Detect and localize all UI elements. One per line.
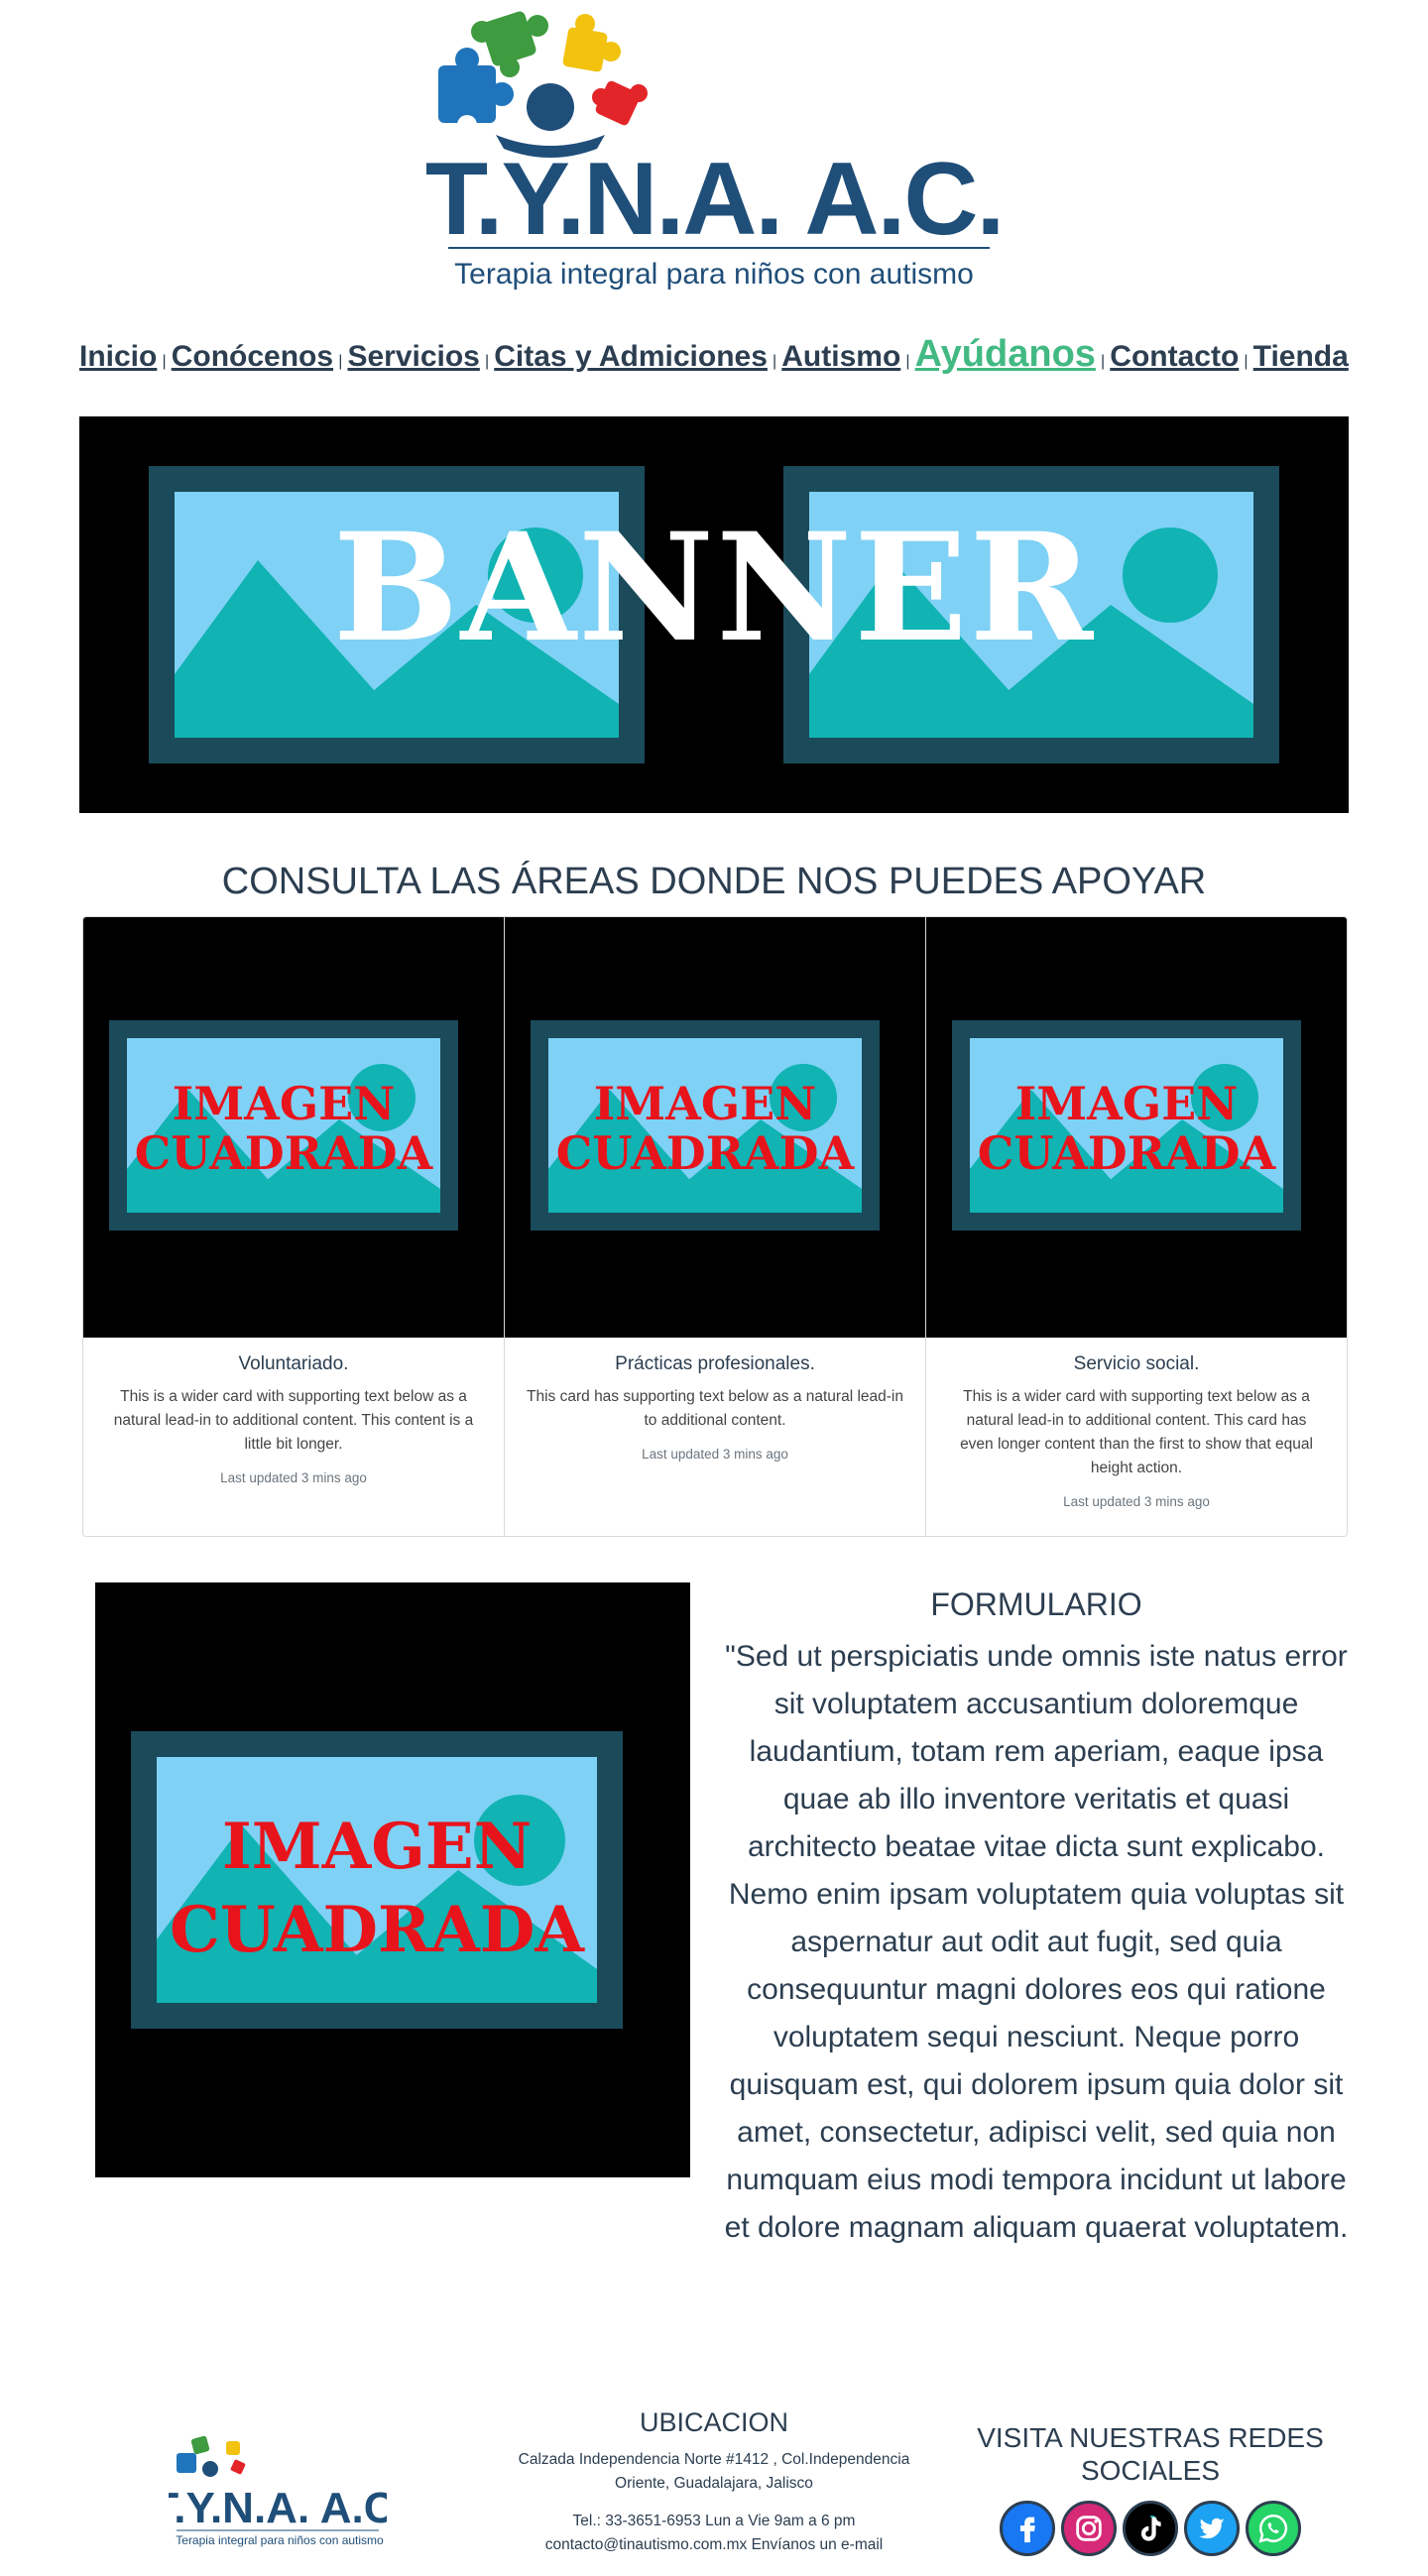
phone-line: Tel.: 33-3651-6953 Lun a Vie 9am a 6 pm bbox=[572, 2513, 856, 2529]
main-nav: Inicio | Conócenos | Servicios | Citas y… bbox=[79, 333, 1349, 383]
svg-text:T.Y.N.A. A.C.: T.Y.N.A. A.C. bbox=[426, 142, 1002, 257]
card-image: IMAGEN CUADRADA bbox=[83, 917, 504, 1338]
card-body: Servicio social. This is a wider card wi… bbox=[926, 1338, 1347, 1519]
nav-conocenos[interactable]: Conócenos bbox=[172, 340, 333, 374]
nav-ayudanos[interactable]: Ayúdanos bbox=[915, 333, 1096, 376]
whatsapp-icon[interactable] bbox=[1246, 2501, 1301, 2556]
svg-text:IMAGEN: IMAGEN bbox=[173, 1077, 396, 1130]
form-section: FORMULARIO "Sed ut perspiciatis unde omn… bbox=[724, 1586, 1349, 2252]
svg-text:Terapia integral para niños co: Terapia integral para niños con autismo bbox=[454, 258, 974, 291]
nav-autismo[interactable]: Autismo bbox=[781, 340, 900, 374]
footer-socials: VISITA NUESTRAS REDES SOCIALES bbox=[952, 2421, 1349, 2556]
card-placeholder-image: IMAGEN CUADRADA bbox=[109, 1020, 458, 1230]
footer-logo[interactable]: T.Y.N.A. A.C. Terapia integral para niño… bbox=[169, 2431, 387, 2550]
twitter-icon[interactable] bbox=[1184, 2501, 1240, 2556]
card-body: Prácticas profesionales. This card has s… bbox=[505, 1338, 925, 1471]
puzzle-yellow-icon bbox=[562, 14, 621, 72]
card-title: Servicio social. bbox=[1073, 1353, 1200, 1374]
svg-text:IMAGEN: IMAGEN bbox=[1015, 1077, 1239, 1130]
card-placeholder-image: IMAGEN CUADRADA bbox=[952, 1020, 1301, 1230]
nav-separator: | bbox=[484, 353, 490, 370]
card-text: This card has supporting text below as a… bbox=[527, 1388, 903, 1429]
card-updated: Last updated 3 mins ago bbox=[1063, 1494, 1210, 1509]
nav-tienda[interactable]: Tienda bbox=[1253, 340, 1349, 374]
footer-logo-graphic: T.Y.N.A. A.C. Terapia integral para niño… bbox=[169, 2435, 387, 2547]
card-servicio-social[interactable]: IMAGEN CUADRADA Servicio social. This is… bbox=[926, 917, 1347, 1536]
svg-text:CUADRADA: CUADRADA bbox=[135, 1126, 434, 1180]
tiktok-icon[interactable] bbox=[1123, 2501, 1178, 2556]
card-body: Voluntariado. This is a wider card with … bbox=[83, 1338, 504, 1495]
nav-separator: | bbox=[1101, 353, 1106, 370]
person-head-icon bbox=[202, 2461, 218, 2477]
card-updated: Last updated 3 mins ago bbox=[220, 1470, 367, 1485]
card-image: IMAGEN CUADRADA bbox=[926, 917, 1347, 1338]
hero-banner: BANNER bbox=[79, 416, 1349, 813]
svg-text:CUADRADA: CUADRADA bbox=[556, 1126, 856, 1180]
nav-citas[interactable]: Citas y Admiciones bbox=[494, 340, 768, 374]
card-practicas[interactable]: IMAGEN CUADRADA Prácticas profesionales.… bbox=[505, 917, 926, 1536]
instagram-icon[interactable] bbox=[1061, 2501, 1117, 2556]
nav-contacto[interactable]: Contacto bbox=[1110, 340, 1239, 374]
person-head-icon bbox=[527, 83, 574, 131]
puzzle-red-icon bbox=[592, 80, 648, 126]
social-title: VISITA NUESTRAS REDES SOCIALES bbox=[977, 2422, 1324, 2486]
svg-text:CUADRADA: CUADRADA bbox=[170, 1893, 585, 1967]
email-line[interactable]: contacto@tinautismo.com.mx Envíanos un e… bbox=[496, 2533, 932, 2557]
address-line: Oriente, Guadalajara, Jalisco bbox=[615, 2475, 813, 2492]
card-voluntariado[interactable]: IMAGEN CUADRADA Voluntariado. This is a … bbox=[83, 917, 505, 1536]
areas-card-group: IMAGEN CUADRADA Voluntariado. This is a … bbox=[82, 916, 1348, 1537]
nav-separator: | bbox=[773, 353, 777, 370]
social-links bbox=[952, 2501, 1349, 2556]
card-updated: Last updated 3 mins ago bbox=[642, 1447, 788, 1462]
svg-text:Terapia integral para niños co: Terapia integral para niños con autismo bbox=[176, 2533, 384, 2547]
card-title: Voluntariado. bbox=[238, 1353, 349, 1374]
form-title: FORMULARIO bbox=[930, 1586, 1142, 1622]
svg-text:IMAGEN: IMAGEN bbox=[594, 1077, 817, 1130]
form-placeholder-image: IMAGEN CUADRADA bbox=[131, 1731, 623, 2029]
location-title: UBICACION bbox=[639, 2407, 789, 2437]
footer-location: UBICACION Calzada Independencia Norte #1… bbox=[496, 2407, 932, 2557]
nav-servicios[interactable]: Servicios bbox=[347, 340, 479, 374]
nav-inicio[interactable]: Inicio bbox=[79, 340, 157, 374]
card-title: Prácticas profesionales. bbox=[615, 1353, 815, 1374]
card-text: This is a wider card with supporting tex… bbox=[113, 1388, 474, 1453]
card-image: IMAGEN CUADRADA bbox=[505, 917, 925, 1338]
card-text: This is a wider card with supporting tex… bbox=[960, 1388, 1313, 1476]
nav-separator: | bbox=[905, 353, 910, 370]
nav-separator: | bbox=[1244, 353, 1249, 370]
logo-graphic: T.Y.N.A. A.C. Terapia integral para niño… bbox=[426, 11, 1002, 291]
svg-text:T.Y.N.A. A.C.: T.Y.N.A. A.C. bbox=[169, 2484, 387, 2532]
nav-separator: | bbox=[162, 353, 167, 370]
nav-separator: | bbox=[338, 353, 343, 370]
site-logo[interactable]: T.Y.N.A. A.C. Terapia integral para niño… bbox=[426, 8, 1002, 295]
banner-text: BANNER bbox=[332, 501, 1096, 675]
areas-title: CONSULTA LAS ÁREAS DONDE NOS PUEDES APOY… bbox=[221, 861, 1207, 902]
form-body-text: "Sed ut perspiciatis unde omnis iste nat… bbox=[724, 1640, 1349, 2244]
address-line: Calzada Independencia Norte #1412 , Col.… bbox=[518, 2451, 910, 2468]
facebook-icon[interactable] bbox=[1000, 2501, 1055, 2556]
card-placeholder-image: IMAGEN CUADRADA bbox=[531, 1020, 880, 1230]
svg-text:CUADRADA: CUADRADA bbox=[978, 1126, 1277, 1180]
svg-text:IMAGEN: IMAGEN bbox=[222, 1810, 532, 1884]
form-image: IMAGEN CUADRADA bbox=[95, 1582, 690, 2177]
